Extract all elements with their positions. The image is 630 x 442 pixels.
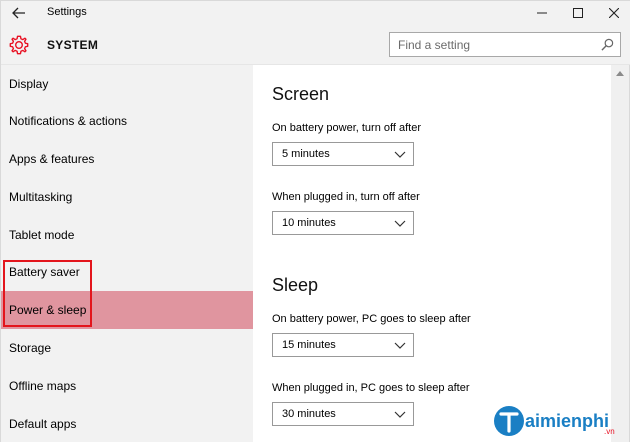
sidebar-item-label: Tablet mode [9, 228, 75, 242]
sleep-plugged-dropdown[interactable]: 30 minutes [272, 402, 414, 426]
sidebar-item-label: Storage [9, 341, 52, 355]
back-arrow-icon [12, 7, 25, 19]
sidebar-item-label: Display [9, 77, 49, 91]
sidebar-item-storage[interactable]: Storage [1, 329, 253, 367]
gear-icon [9, 35, 29, 55]
dropdown-value: 30 minutes [282, 408, 336, 420]
sidebar-item-label: Battery saver [9, 265, 80, 279]
search-box[interactable] [389, 32, 621, 57]
dropdown-value: 15 minutes [282, 339, 336, 351]
chevron-down-icon [394, 411, 406, 418]
chevron-down-icon [394, 151, 406, 158]
sidebar-item-apps-features[interactable]: Apps & features [1, 140, 253, 178]
maximize-button[interactable] [561, 1, 595, 25]
main-content: Screen On battery power, turn off after … [253, 65, 611, 442]
search-input[interactable] [398, 36, 593, 53]
sidebar-item-notifications[interactable]: Notifications & actions [1, 102, 253, 140]
maximize-icon [573, 8, 583, 18]
sidebar-item-default-apps[interactable]: Default apps [1, 405, 253, 442]
watermark-suffix: .vn [604, 427, 615, 436]
sleep-section-title: Sleep [272, 275, 319, 295]
search-icon[interactable] [601, 38, 614, 51]
screen-plugged-dropdown[interactable]: 10 minutes [272, 211, 414, 235]
chevron-down-icon [394, 220, 406, 227]
sleep-battery-dropdown[interactable]: 15 minutes [272, 333, 414, 357]
sidebar-item-label: Offline maps [9, 379, 77, 393]
header: SYSTEM [1, 25, 630, 65]
sidebar-item-tablet-mode[interactable]: Tablet mode [1, 216, 253, 254]
screen-battery-label: On battery power, turn off after [272, 122, 421, 134]
dropdown-value: 5 minutes [282, 148, 330, 160]
vertical-scrollbar[interactable] [611, 65, 629, 442]
watermark-text: aimienphi [525, 411, 609, 431]
sidebar-item-power-sleep[interactable]: Power & sleep [1, 291, 253, 329]
dropdown-value: 10 minutes [282, 217, 336, 229]
chevron-down-icon [394, 342, 406, 349]
sidebar: Display Notifications & actions Apps & f… [1, 65, 253, 442]
sidebar-item-label: Power & sleep [9, 303, 87, 317]
chevron-up-icon [616, 71, 624, 76]
back-button[interactable] [7, 3, 31, 23]
page-title: SYSTEM [47, 38, 99, 52]
sleep-plugged-label: When plugged in, PC goes to sleep after [272, 382, 470, 394]
settings-window: Settings SYSTEM Display N [0, 0, 630, 442]
sidebar-item-offline-maps[interactable]: Offline maps [1, 367, 253, 405]
screen-battery-dropdown[interactable]: 5 minutes [272, 142, 414, 166]
screen-plugged-label: When plugged in, turn off after [272, 191, 420, 203]
minimize-button[interactable] [525, 1, 559, 25]
sleep-battery-label: On battery power, PC goes to sleep after [272, 313, 471, 325]
window-title: Settings [47, 6, 87, 18]
close-button[interactable] [597, 1, 630, 25]
title-bar: Settings [1, 1, 630, 25]
minimize-icon [537, 12, 547, 14]
sidebar-item-label: Multitasking [9, 190, 73, 204]
sidebar-item-label: Default apps [9, 417, 77, 431]
taimienphi-logo: aimienphi .vn [494, 406, 615, 436]
sidebar-item-display[interactable]: Display [1, 65, 253, 103]
sidebar-item-label: Notifications & actions [9, 114, 128, 128]
scroll-up-button[interactable] [611, 65, 629, 81]
sidebar-item-label: Apps & features [9, 152, 95, 166]
screen-section-title: Screen [272, 84, 330, 104]
close-icon [609, 8, 619, 18]
sidebar-item-multitasking[interactable]: Multitasking [1, 178, 253, 216]
sidebar-item-battery-saver[interactable]: Battery saver [1, 253, 253, 291]
